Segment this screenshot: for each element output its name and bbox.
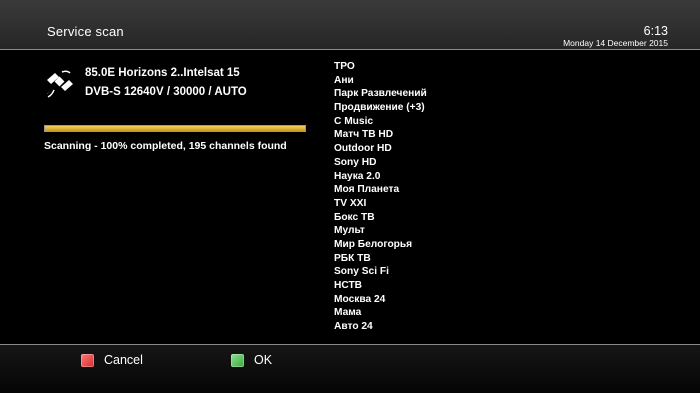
channel-list-item: Парк Развлечений: [334, 88, 427, 100]
cancel-label: Cancel: [104, 353, 143, 367]
channel-list-item: Бокс ТВ: [334, 211, 375, 223]
channel-list-item: Ани: [334, 74, 354, 86]
channel-list-item: Мульт: [334, 225, 365, 237]
channel-list: ТРО Ани Парк Развлечений Продвижение (+3) C …: [334, 60, 427, 334]
red-key-icon: [81, 353, 94, 367]
scan-progress-fill: [45, 126, 305, 131]
clock-date: Monday 14 December 2015: [563, 38, 668, 48]
channel-list-item: Наука 2.0: [334, 170, 381, 182]
channel-list-item: Sony Sci Fi: [334, 266, 389, 278]
channel-list-item: Outdoor HD: [334, 143, 392, 155]
channel-list-item: Продвижение (+3): [334, 102, 425, 114]
channel-list-item: Моя Планета: [334, 184, 400, 196]
channel-list-item: Авто 24: [334, 321, 373, 333]
channel-list-item: TV XXI: [334, 197, 367, 209]
scan-progress-bar: [44, 125, 306, 132]
channel-list-item: Матч ТВ HD: [334, 129, 394, 141]
header-bar: Service scan 6:13 Monday 14 December 201…: [0, 0, 700, 49]
ok-button[interactable]: OK: [231, 352, 272, 368]
channel-list-item: Sony HD: [334, 156, 377, 168]
channel-list-item: C Music: [334, 115, 374, 127]
scan-status: Scanning - 100% completed, 195 channels …: [44, 140, 287, 152]
ok-label: OK: [254, 353, 273, 367]
channel-list-item: Мир Белогорья: [334, 238, 413, 250]
window-title: Service scan: [47, 24, 124, 39]
cancel-button[interactable]: Cancel: [81, 352, 143, 368]
channel-list-item: НСТВ: [334, 280, 363, 291]
clock-time: 6:13: [643, 24, 668, 38]
transponder-parameters: DVB-S 12640V / 30000 / AUTO: [85, 86, 247, 98]
channel-list-item: ТРО: [334, 61, 355, 72]
green-key-icon: [231, 353, 244, 367]
channel-list-item: Мама: [334, 307, 362, 319]
satellite-name: 85.0E Horizons 2..Intelsat 15: [85, 67, 240, 79]
channel-list-item: РБК ТВ: [334, 252, 371, 264]
satellite-icon: [44, 66, 76, 98]
header-divider: [0, 49, 700, 50]
channel-list-item: Москва 24: [334, 293, 386, 305]
